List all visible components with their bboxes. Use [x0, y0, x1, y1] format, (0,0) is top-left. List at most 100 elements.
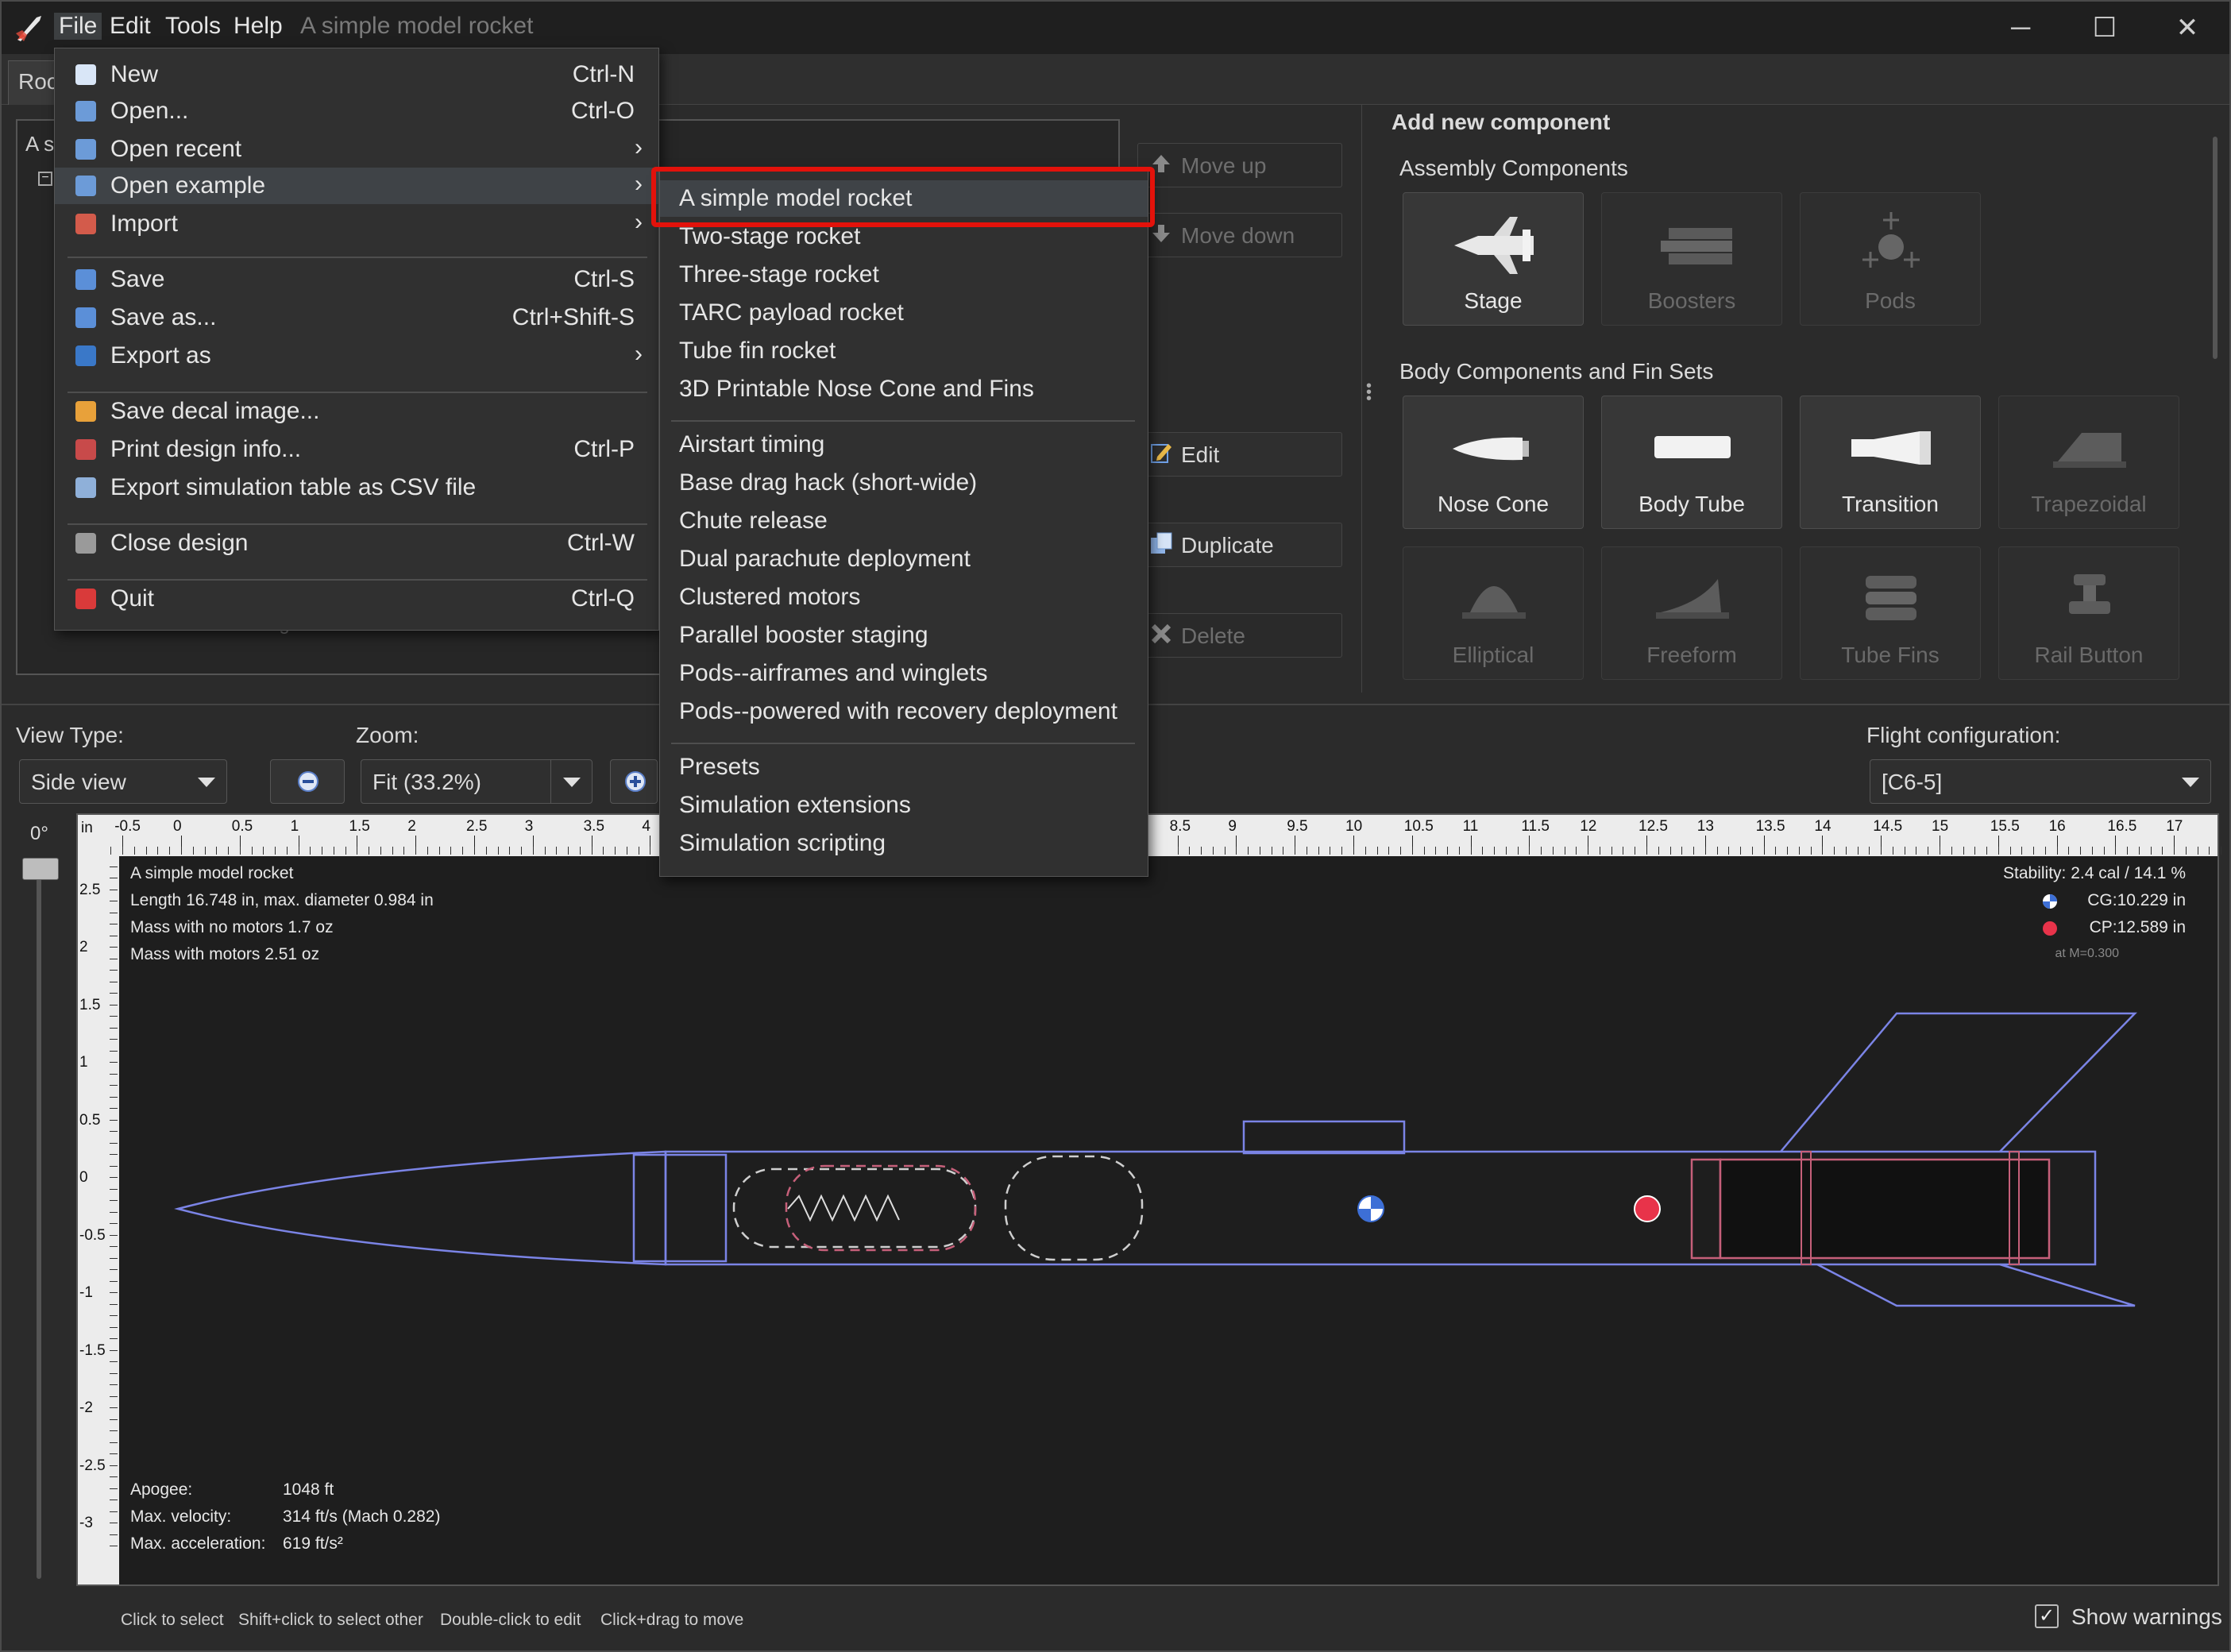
nose-shoulder-outline[interactable] — [632, 1153, 728, 1263]
file-menu-item-save[interactable]: Save Ctrl-S — [55, 261, 658, 298]
file-menu-label: Save decal image... — [110, 398, 320, 424]
maximize-button[interactable]: ☐ — [2065, 8, 2144, 48]
zoom-select[interactable]: Fit (33.2%) — [361, 759, 592, 804]
menu-tools[interactable]: Tools — [165, 13, 221, 40]
tree-root-label[interactable]: A s — [25, 132, 54, 156]
show-warnings-checkbox[interactable]: ✓ — [2035, 1604, 2059, 1628]
file-menu-item-new[interactable]: New Ctrl-N — [55, 56, 658, 93]
delete-label: Delete — [1181, 623, 1245, 648]
chevron-down-icon — [2182, 778, 2199, 787]
open-folder-icon — [75, 101, 96, 122]
example-item-tube-fin-rocket[interactable]: Tube fin rocket — [660, 333, 1148, 369]
example-item-label: Pods--airframes and winglets — [679, 660, 988, 686]
file-menu-item-export-simulation-table-as-csv-file[interactable]: Export simulation table as CSV file — [55, 469, 658, 506]
view-type-select[interactable]: Side view — [19, 759, 227, 804]
flight-config-select[interactable]: [C6-5] — [1870, 759, 2211, 804]
file-menu-item-import[interactable]: Import › — [55, 206, 658, 242]
tube-fins-button[interactable]: Tube Fins — [1800, 546, 1981, 680]
file-menu-item-open[interactable]: Open... Ctrl-O — [55, 93, 658, 129]
move-down-button[interactable]: Move down — [1137, 213, 1342, 257]
example-item-3d-printable-nose-cone-and-fins[interactable]: 3D Printable Nose Cone and Fins — [660, 371, 1148, 407]
stage-label: Stage — [1464, 288, 1523, 313]
move-up-button[interactable]: Move up — [1137, 143, 1342, 187]
highlight-annotation-box — [651, 167, 1155, 227]
pods-button[interactable]: Pods — [1800, 192, 1981, 326]
rail-button-button[interactable]: Rail Button — [1998, 546, 2179, 680]
rocket-figure-canvas[interactable]: in -0.5 0 0.5 1 1.5 2 2.5 3 3.5 4 8.5 9 9.5 10 10.5 11 1… — [76, 813, 2222, 1586]
example-item-clustered-motors[interactable]: Clustered motors — [660, 579, 1148, 616]
close-window-button[interactable]: ✕ — [2148, 8, 2227, 48]
file-menu-item-open-recent[interactable]: Open recent › — [55, 131, 658, 168]
example-item-pods-airframes-and-winglets[interactable]: Pods--airframes and winglets — [660, 655, 1148, 692]
duplicate-button[interactable]: Duplicate — [1137, 523, 1342, 567]
menu-separator — [68, 523, 647, 525]
rotation-slider-thumb[interactable] — [22, 858, 59, 880]
example-item-simulation-scripting[interactable]: Simulation scripting — [660, 825, 1148, 862]
streamer-outline[interactable] — [1004, 1155, 1144, 1261]
launch-lug-outline[interactable] — [1242, 1120, 1406, 1155]
example-item-label: Simulation scripting — [679, 830, 886, 856]
delete-button[interactable]: Delete — [1137, 613, 1342, 658]
example-item-parallel-booster-staging[interactable]: Parallel booster staging — [660, 617, 1148, 654]
example-item-label: Parallel booster staging — [679, 622, 928, 648]
fin-upper-outline[interactable] — [1780, 1012, 2137, 1152]
file-menu-item-save-decal-image[interactable]: Save decal image... — [55, 393, 658, 430]
minimize-button[interactable]: ─ — [1981, 8, 2060, 48]
move-up-label: Move up — [1181, 153, 1267, 178]
file-menu-item-open-example[interactable]: Open example › — [55, 168, 658, 204]
zoom-in-button[interactable] — [610, 759, 658, 804]
palette-scrollbar[interactable] — [2213, 137, 2217, 359]
freeform-fin-button[interactable]: Freeform — [1601, 546, 1782, 680]
engine-block-outline[interactable] — [1690, 1158, 1722, 1260]
menu-help[interactable]: Help — [234, 13, 283, 40]
trapezoidal-fin-button[interactable]: Trapezoidal — [1998, 396, 2179, 529]
zoom-out-button[interactable] — [270, 759, 345, 804]
menu-edit[interactable]: Edit — [110, 13, 151, 40]
menu-file[interactable]: File — [54, 13, 102, 40]
example-item-chute-release[interactable]: Chute release — [660, 503, 1148, 539]
elliptical-fin-button[interactable]: Elliptical — [1403, 546, 1584, 680]
example-item-label: Clustered motors — [679, 584, 861, 610]
nose-cone-button[interactable]: Nose Cone — [1403, 396, 1584, 529]
boosters-button[interactable]: Boosters — [1601, 192, 1782, 326]
example-item-label: Pods--powered with recovery deployment — [679, 698, 1117, 724]
body-tube-label: Body Tube — [1639, 492, 1745, 516]
stage-button[interactable]: Stage — [1403, 192, 1584, 326]
example-item-airstart-timing[interactable]: Airstart timing — [660, 427, 1148, 463]
file-menu-label: Save — [110, 266, 165, 292]
example-item-simulation-extensions[interactable]: Simulation extensions — [660, 787, 1148, 824]
rotation-slider-track[interactable] — [37, 858, 41, 1579]
example-item-pods-powered-with-recovery-deployment[interactable]: Pods--powered with recovery deployment — [660, 693, 1148, 730]
design-mass-with-motors: Mass with motors 2.51 oz — [130, 945, 320, 963]
motor-mount-tube[interactable] — [1719, 1158, 2051, 1260]
example-item-dual-parachute-deployment[interactable]: Dual parachute deployment — [660, 541, 1148, 577]
body-tube-button[interactable]: Body Tube — [1601, 396, 1782, 529]
chevron-down-icon — [563, 778, 581, 787]
flight-config-value: [C6-5] — [1882, 770, 1943, 794]
shock-cord-zigzag[interactable] — [787, 1194, 900, 1222]
decal-icon — [75, 401, 96, 422]
rail-button-icon — [2069, 574, 2110, 614]
file-menu-item-quit[interactable]: Quit Ctrl-Q — [55, 581, 658, 617]
tree-collapse-icon[interactable]: − — [38, 172, 52, 186]
fin-lower-outline[interactable] — [1816, 1263, 2136, 1307]
shortcut-text: Ctrl-O — [571, 98, 635, 124]
nose-cone-outline[interactable] — [174, 1150, 667, 1266]
parachute-outline[interactable] — [785, 1164, 977, 1252]
file-menu-item-save-as[interactable]: Save as... Ctrl+Shift-S — [55, 299, 658, 336]
shock-cord-outline[interactable] — [732, 1168, 977, 1249]
example-item-base-drag-hack-short-wide[interactable]: Base drag hack (short-wide) — [660, 465, 1148, 501]
example-item-tarc-payload-rocket[interactable]: TARC payload rocket — [660, 295, 1148, 331]
splitter-handle-icon[interactable]: • • • — [1366, 378, 1372, 407]
file-menu-item-close-design[interactable]: Close design Ctrl-W — [55, 525, 658, 562]
example-item-three-stage-rocket[interactable]: Three-stage rocket — [660, 257, 1148, 293]
edit-button[interactable]: Edit — [1137, 432, 1342, 477]
file-menu-item-export-as[interactable]: Export as › — [55, 338, 658, 374]
file-menu-item-print-design-info[interactable]: Print design info... Ctrl-P — [55, 431, 658, 468]
file-menu-label: Close design — [110, 530, 249, 556]
app-window: File Edit Tools Help A simple model rock… — [0, 0, 2231, 1652]
transition-button[interactable]: Transition — [1800, 396, 1981, 529]
rocket-drawing[interactable] — [78, 815, 2217, 1584]
cp-symbol-icon — [1634, 1195, 1661, 1222]
example-item-presets[interactable]: Presets — [660, 749, 1148, 785]
